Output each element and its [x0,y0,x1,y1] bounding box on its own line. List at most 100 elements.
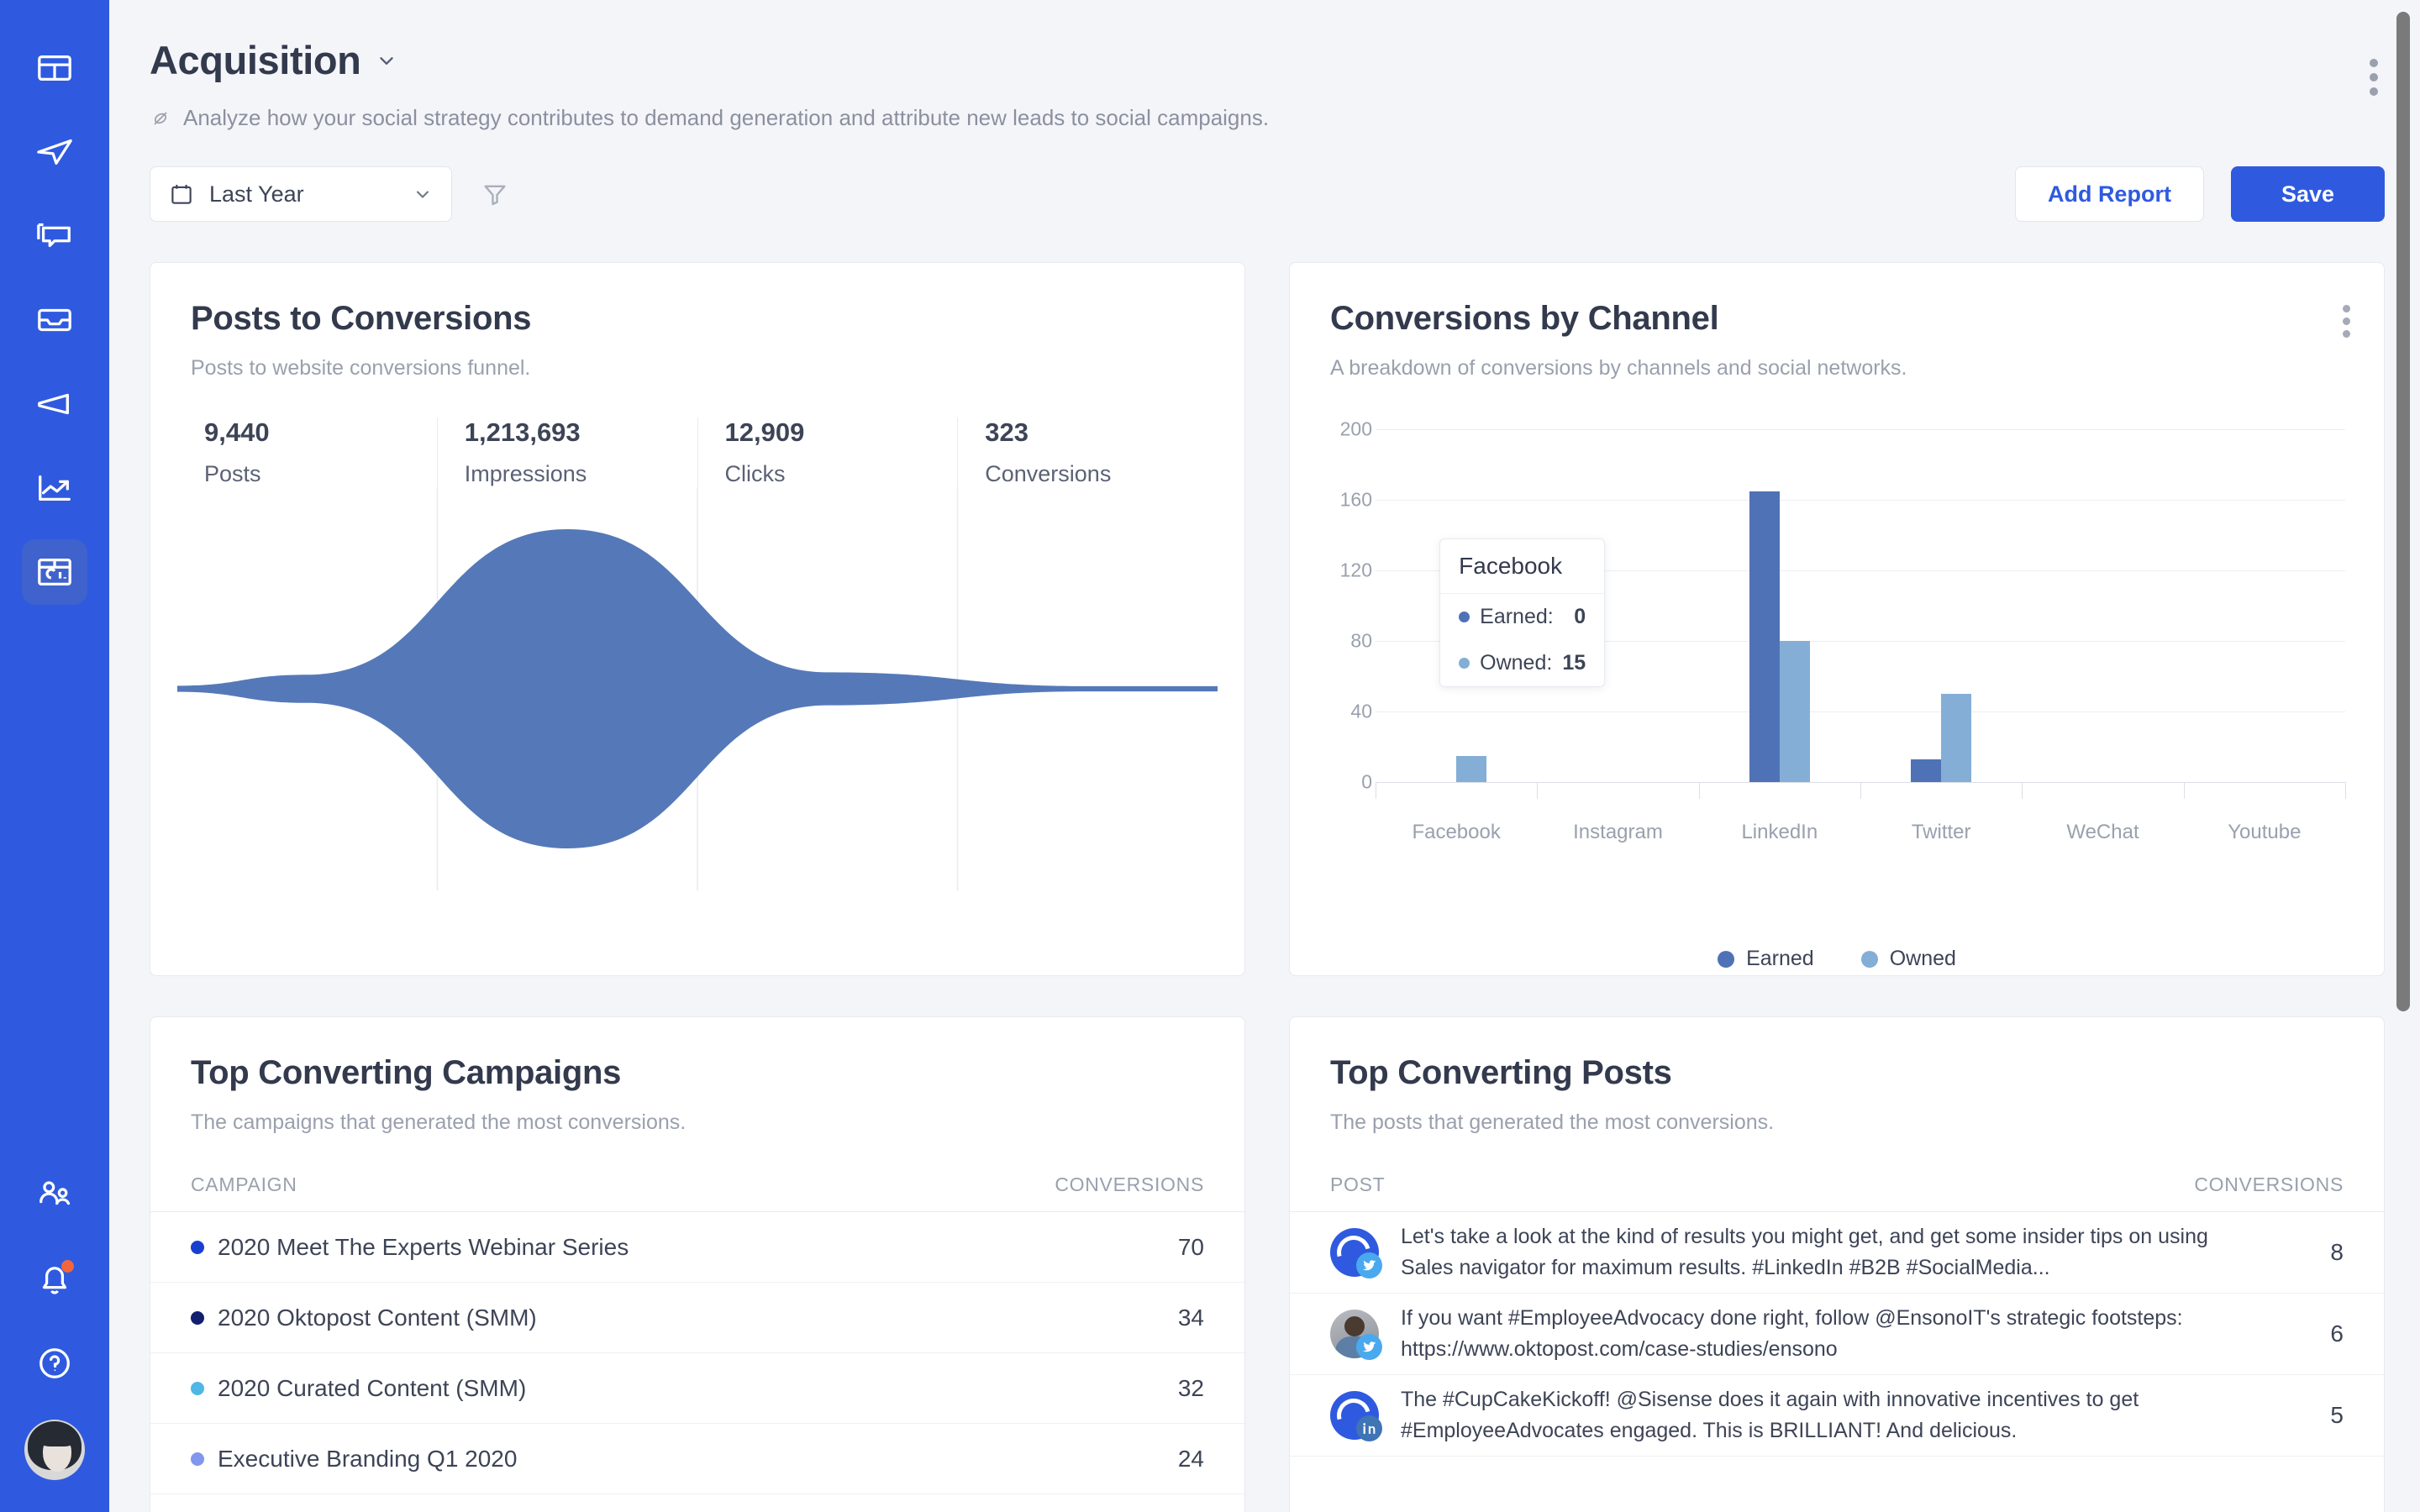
sidebar [0,0,109,1512]
twitter-icon [1356,1334,1382,1360]
tooltip-series-label: Owned: [1480,651,1553,675]
filter-icon[interactable] [481,180,509,208]
add-report-button[interactable]: Add Report [2014,166,2204,222]
bar-group [2022,414,2183,782]
funnel-stage-value: 323 [985,417,1028,447]
x-axis-label-twitter: Twitter [1911,821,1971,843]
y-axis-tick-label: 80 [1350,629,1372,652]
kebab-dot [2370,73,2378,81]
chevron-down-icon[interactable] [376,50,397,71]
bar-twitter-earned[interactable] [1911,759,1942,782]
x-axis-label-wechat: WeChat [2066,821,2139,843]
table-row[interactable]: 2020 Oktopost Content (SMM) 34 [150,1283,1244,1353]
megaphone-icon [35,385,74,423]
tooltip-series-value: 0 [1574,605,1586,628]
tooltip-row-earned: Earned: 0 [1440,594,1604,640]
sidebar-item-advocacy[interactable] [22,371,87,437]
x-axis-label-facebook: Facebook [1412,821,1501,843]
chart-legend: Earned Owned [1290,947,2384,971]
campaign-name: 2020 Oktopost Content (SMM) [218,1304,537,1331]
funnel-stage-clicks: 12,909 Clicks [697,417,958,487]
paper-plane-icon [35,133,74,171]
campaign-color-dot [191,1452,204,1466]
campaign-color-dot [191,1310,204,1325]
chart-tooltip: Facebook Earned: 0 Owned: 15 [1439,538,1606,687]
page-subtitle-row: Analyze how your social strategy contrib… [150,105,2370,131]
page-title-row[interactable]: Acquisition [150,37,2370,83]
date-range-select[interactable]: Last Year [150,166,452,222]
tooltip-series-dot [1459,612,1470,622]
sidebar-item-engage[interactable] [22,203,87,269]
sidebar-item-publish[interactable] [22,119,87,185]
sidebar-item-dashboard-layout[interactable] [22,35,87,101]
list-item[interactable]: If you want #EmployeeAdvocacy done right… [1290,1294,2384,1375]
y-axis-tick-label: 120 [1339,559,1372,581]
legend-color-dot [1860,950,1878,968]
sidebar-item-help[interactable] [22,1331,87,1396]
save-button[interactable]: Save [2230,166,2385,222]
more-vertical-icon[interactable] [2363,52,2385,102]
kebab-dot [2370,59,2378,67]
bar-facebook-owned[interactable] [1456,755,1487,782]
legend-color-dot [1718,950,1735,968]
layout-icon [35,49,74,87]
chevron-down-icon [413,184,433,204]
sidebar-item-analytics[interactable] [22,455,87,521]
bar-linkedin-earned[interactable] [1749,491,1780,782]
report-dashboard-icon [35,553,74,591]
bar-linkedin-owned[interactable] [1779,641,1810,782]
post-text: The #CupCakeKickoff! @Sisense does it ag… [1401,1388,2139,1442]
bar-twitter-owned[interactable] [1941,694,1972,782]
eye-slash-icon [150,108,171,129]
table-row[interactable]: 2020 Meet The Experts Webinar Series 70 [150,1212,1244,1283]
funnel-stage-label: Conversions [985,461,1112,486]
card-header: Top Converting Posts The posts that gene… [1290,1017,2384,1135]
column-header-campaign: CAMPAIGN [191,1173,297,1195]
linkedin-icon [1356,1415,1382,1441]
bar-chart: 200 160 120 80 40 0 Facebook Instagram LinkedIn T… [1320,414,2346,885]
post-text: Let's take a look at the kind of results… [1401,1225,2208,1279]
x-axis-tick [1860,782,1861,799]
list-item[interactable]: Let's take a look at the kind of results… [1290,1212,2384,1294]
sidebar-item-reports[interactable] [22,539,87,605]
vertical-scrollbar[interactable] [2396,12,2410,1011]
card-header: Top Converting Campaigns The campaigns t… [150,1017,1244,1135]
funnel-plot [177,487,1218,890]
column-header-post: POST [1330,1173,1386,1195]
post-avatar [1330,1310,1382,1360]
tooltip-series-value: 15 [1562,651,1586,675]
main-content: Acquisition Analyze how your social stra… [109,0,2420,1512]
tooltip-title: Facebook [1440,539,1605,594]
avatar[interactable] [24,1420,85,1480]
campaign-conversions: 24 [1177,1445,1204,1472]
campaign-conversions: 32 [1177,1374,1204,1401]
tooltip-series-dot [1459,658,1470,669]
funnel-svg [177,487,1218,890]
sidebar-item-inbox[interactable] [22,287,87,353]
tooltip-row-owned: Owned: 15 [1440,640,1604,686]
calendar-icon [169,181,194,207]
more-vertical-icon[interactable] [2338,300,2355,343]
y-axis-tick-label: 160 [1339,488,1372,511]
x-axis-tick [2345,782,2346,799]
kebab-dot [2370,87,2378,96]
list-item[interactable]: The #CupCakeKickoff! @Sisense does it ag… [1290,1375,2384,1457]
y-axis-tick-label: 0 [1361,770,1372,793]
page-subtitle: Analyze how your social strategy contrib… [183,105,1270,130]
table-row[interactable]: 2020 Curated Content (SMM) 32 [150,1353,1244,1424]
legend-item-owned[interactable]: Owned [1860,947,1956,971]
bar-group [1699,414,1860,782]
bar-group [2184,414,2345,782]
table-row[interactable]: Executive Branding Q1 2020 24 [150,1424,1244,1494]
avatar-bangs [39,1428,75,1446]
conversions-by-channel-card: Conversions by Channel A breakdown of co… [1289,262,2385,976]
table-header: POST CONVERSIONS [1290,1135,2384,1212]
legend-item-earned[interactable]: Earned [1718,947,1814,971]
sidebar-item-notifications[interactable] [22,1247,87,1312]
sidebar-item-team[interactable] [22,1163,87,1228]
funnel-stage-impressions: 1,213,693 Impressions [436,417,697,487]
x-axis-label-youtube: Youtube [2228,821,2302,843]
funnel-stage-posts: 9,440 Posts [177,417,437,487]
funnel-stage-value: 12,909 [724,417,805,447]
table-header: CAMPAIGN CONVERSIONS [150,1135,1244,1212]
